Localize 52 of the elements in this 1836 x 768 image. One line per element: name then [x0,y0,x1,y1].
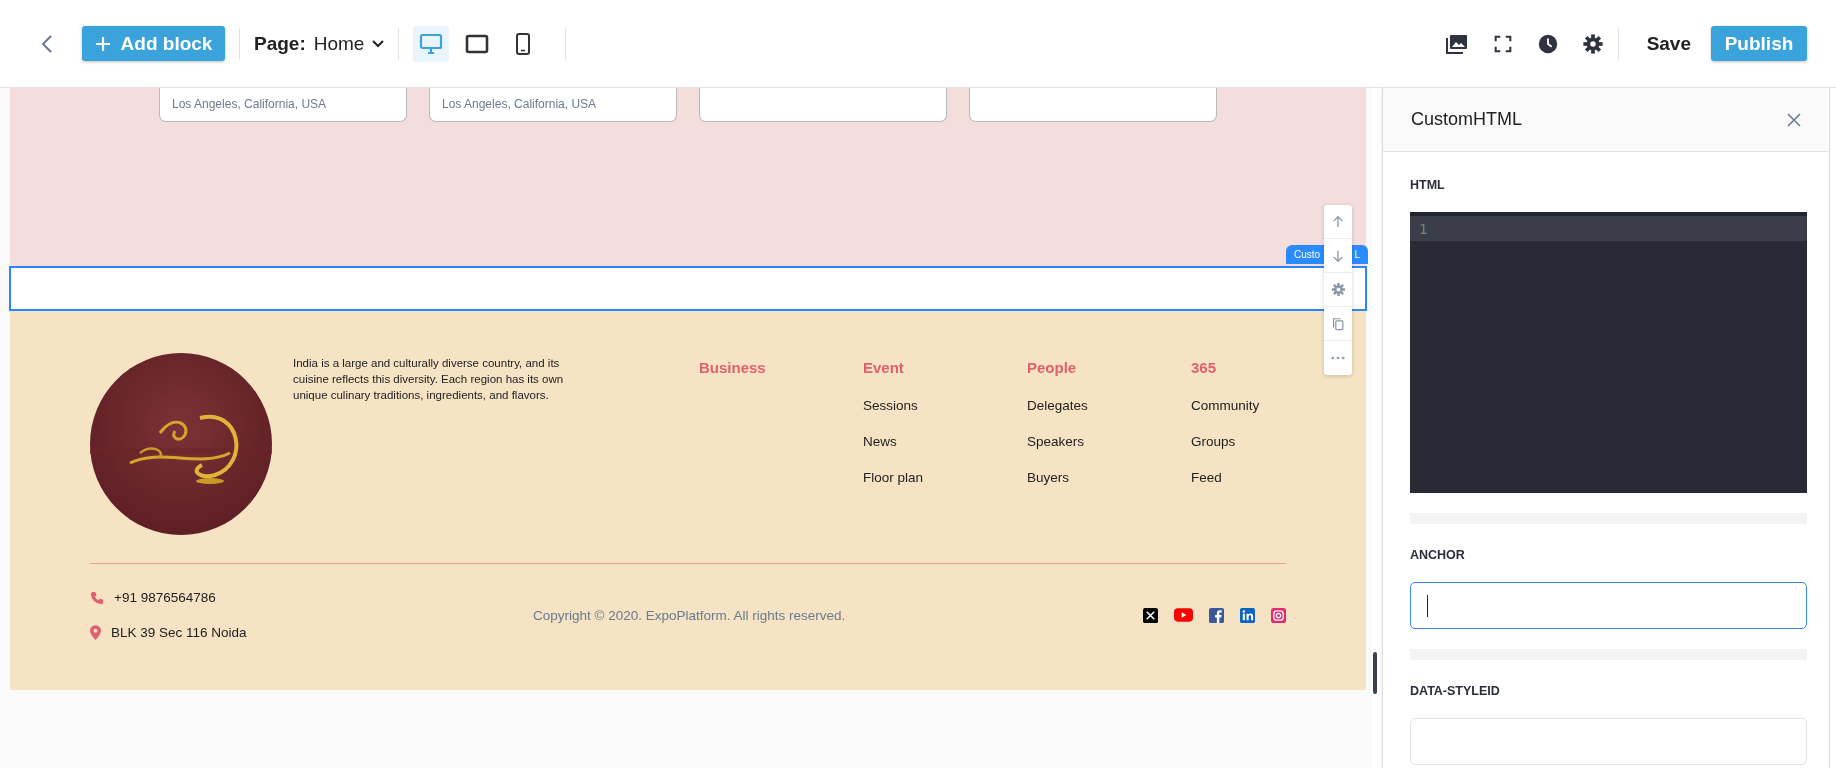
block-tag-text: Custo [1294,249,1321,260]
line-number: 1 [1419,220,1428,237]
footer-heading: Business [699,359,766,376]
footer-link[interactable]: Feed [1191,470,1222,506]
phone-number: +91 9876564786 [114,590,216,605]
address: BLK 39 Sec 116 Noida [111,625,247,640]
footer-link[interactable]: Speakers [1027,434,1085,470]
panel-title: CustomHTML [1411,109,1522,130]
field-label: DATA-STYLEID [1410,684,1501,698]
field-label: ANCHOR [1410,548,1466,562]
linkedin-icon[interactable] [1240,607,1255,623]
x-social-icon[interactable] [1143,607,1158,623]
footer-description: India is a large and culturally diverse country, and its cuisine reflects this diversity. Each region has its own unique culinary traditions, ingredients, and flavors. [293,356,565,403]
desktop-view-button[interactable] [413,25,450,62]
save-button[interactable]: Save [1646,32,1691,55]
instagram-icon[interactable] [1271,607,1286,623]
arrow-down-icon [1331,248,1345,263]
phone-icon [90,590,104,605]
footer-link[interactable]: Floor plan [863,470,924,506]
clock-icon[interactable] [1536,32,1559,55]
footer-heading: People [1027,359,1077,376]
copy-icon [1331,316,1345,331]
more-icon [1331,356,1345,360]
monitor-icon [419,31,444,56]
card-location: Los Angeles, California, USA [442,97,597,111]
plus-icon [94,35,111,52]
location-pin-icon [90,625,101,640]
settings-icon[interactable] [1581,32,1604,55]
block-tag-text: L [1354,249,1360,260]
footer-link[interactable]: Delegates [1027,398,1088,434]
footer-link[interactable]: Community [1191,398,1260,434]
arrow-up-icon [1331,214,1345,229]
text-input[interactable] [1410,582,1807,629]
chevron-down-icon [372,39,385,48]
page-dropdown[interactable]: Home [313,32,385,55]
page-label: Page: [254,32,306,55]
settings-icon [1330,282,1346,297]
footer-link[interactable]: Groups [1191,434,1236,470]
copyright: Copyright © 2020. ExpoPlatform. All rights reserved. [533,607,846,623]
footer-heading: 365 [1191,359,1217,376]
selected-block[interactable] [9,266,1367,311]
close-icon[interactable] [1787,112,1801,127]
footer-link[interactable]: Buyers [1027,470,1070,506]
facebook-icon[interactable] [1209,607,1224,623]
card-location: Los Angeles, California, USA [172,97,327,111]
footer-link[interactable]: Sessions [863,398,918,434]
footer-link[interactable]: News [863,434,897,470]
youtube-icon[interactable] [1174,608,1193,622]
scrollbar-thumb[interactable] [1373,652,1377,694]
field-label: HTML [1410,178,1446,192]
footer-heading: Event [863,359,904,376]
back-icon[interactable] [41,33,53,54]
